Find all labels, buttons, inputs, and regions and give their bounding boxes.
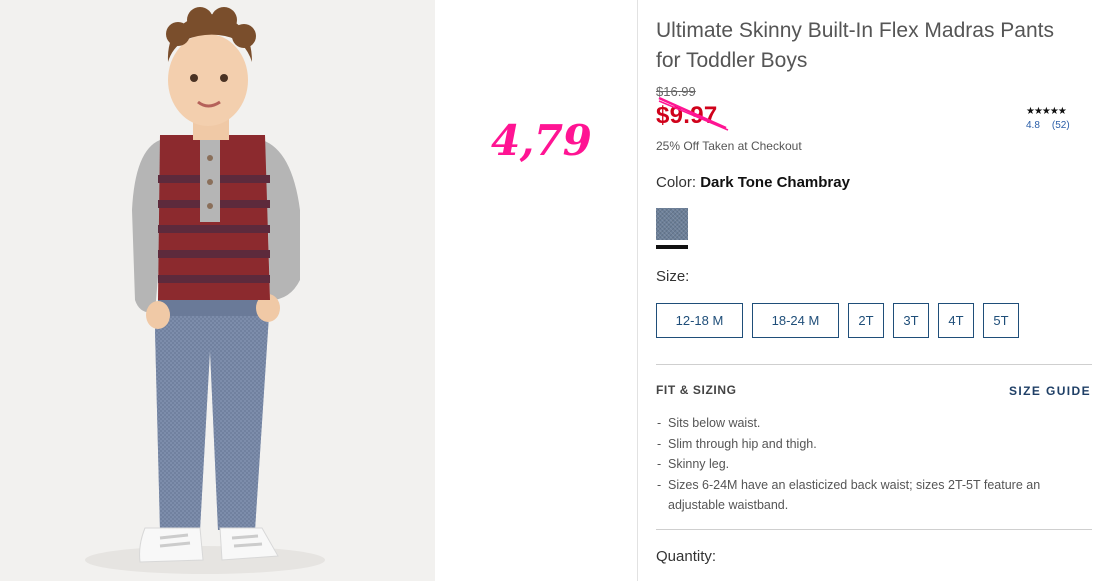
size-guide-link[interactable]: SIZE GUIDE	[1009, 384, 1091, 398]
star-icon: ★★★★★	[1026, 106, 1067, 117]
product-title: Ultimate Skinny Built-In Flex Madras Pan…	[656, 19, 1054, 72]
color-label: Color:	[656, 174, 697, 191]
rating-score: 4.8	[1026, 120, 1040, 131]
color-swatch[interactable]	[656, 208, 688, 240]
handwritten-price-annotation: 4,79	[491, 116, 592, 165]
rating-summary[interactable]: ★★★★★ 4.8 (52)	[1026, 106, 1096, 131]
list-item: Skinny leg.	[656, 454, 1086, 475]
toddler-photo-illustration	[0, 0, 435, 581]
list-item: Sits below waist.	[656, 413, 1086, 434]
size-button[interactable]: 5T	[983, 303, 1019, 338]
fit-bullets: Sits below waist. Slim through hip and t…	[656, 413, 1086, 516]
size-button[interactable]: 18-24 M	[752, 303, 839, 338]
size-options: 12-18 M 18-24 M 2T 3T 4T 5T	[656, 303, 1019, 338]
size-button[interactable]: 4T	[938, 303, 974, 338]
size-label: Size:	[656, 268, 690, 285]
rating-meta: 4.8 (52)	[1026, 120, 1096, 131]
size-button[interactable]: 12-18 M	[656, 303, 743, 338]
section-divider	[656, 364, 1092, 365]
review-count[interactable]: (52)	[1052, 120, 1070, 131]
product-photo[interactable]	[0, 0, 435, 581]
size-button[interactable]: 2T	[848, 303, 884, 338]
list-item: Sizes 6-24M have an elasticized back wai…	[656, 475, 1086, 516]
fit-sizing-heading: FIT & SIZING	[656, 383, 737, 397]
section-divider	[656, 529, 1092, 530]
strike-line-icon	[658, 96, 729, 131]
color-value: Dark Tone Chambray	[700, 174, 850, 191]
size-button[interactable]: 3T	[893, 303, 929, 338]
list-item: Slim through hip and thigh.	[656, 434, 1086, 455]
panel-divider	[637, 0, 638, 581]
swatch-selected-indicator	[656, 245, 688, 249]
color-line: Color: Dark Tone Chambray	[656, 174, 850, 191]
promo-text: 25% Off Taken at Checkout	[656, 139, 802, 153]
quantity-label: Quantity:	[656, 548, 717, 565]
